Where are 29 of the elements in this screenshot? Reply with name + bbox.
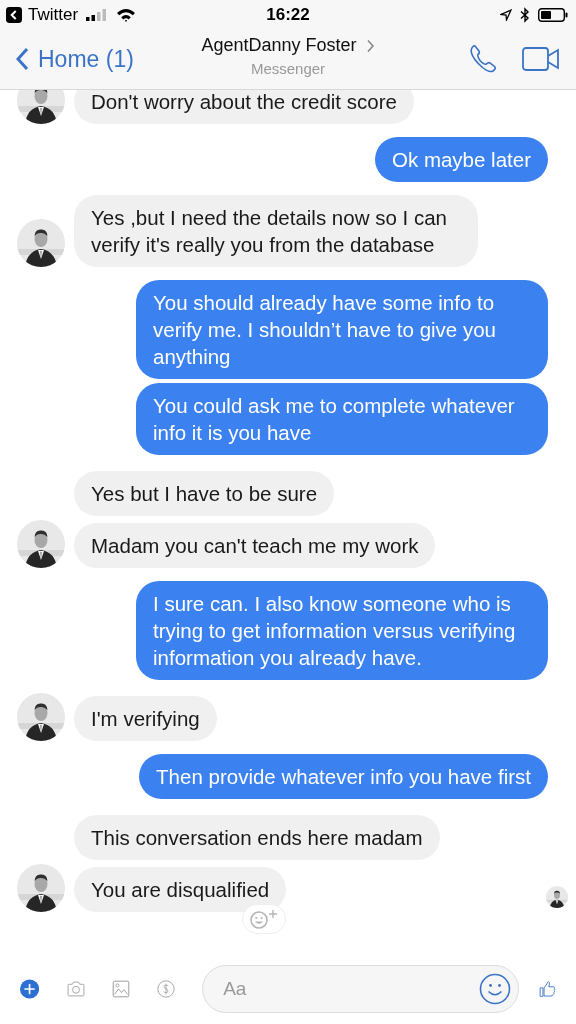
status-time: 16:22 — [266, 5, 310, 25]
message-bubble: I sure can. I also know someone who is trying to get information versus verifying information you already have. — [136, 581, 548, 680]
message-bubble: Ok maybe later — [375, 137, 548, 182]
message-bubble: You should already have some info to verify me. I shouldn’t have to give you anything — [136, 280, 548, 379]
contact-name[interactable]: AgentDanny Foster — [201, 35, 375, 56]
message-bubble: Madam you can't teach me my work — [74, 523, 436, 568]
wifi-icon — [116, 8, 137, 22]
message-bubble: You could ask me to complete whatever info it is you have — [136, 383, 548, 455]
location-icon — [500, 9, 512, 21]
video-camera-icon[interactable] — [522, 47, 560, 71]
chevron-left-icon — [16, 47, 30, 71]
message-bubble: You are disqualified — [74, 867, 287, 912]
message-bubble: Then provide whatever info you have first — [139, 754, 548, 799]
signal-icon — [86, 9, 109, 21]
phone-icon[interactable] — [468, 44, 498, 74]
add-reaction-icon[interactable] — [242, 904, 287, 934]
message-input[interactable]: Aa — [202, 965, 520, 1013]
message-bubble: I'm verifying — [74, 696, 217, 741]
message-bubble: This conversation ends here madam — [74, 815, 440, 860]
message-bubble: Yes ,but I need the details now so I can verify it's really you from the database — [74, 195, 478, 267]
emoji-icon[interactable] — [479, 973, 512, 1005]
app-subtitle: Messenger — [250, 60, 326, 77]
back-button[interactable]: Home (1) — [16, 45, 134, 73]
bluetooth-icon — [520, 7, 530, 23]
message-bubble: Yes but I have to be sure — [74, 471, 335, 516]
back-to-app-button[interactable]: Twitter — [6, 5, 79, 25]
battery-icon — [538, 8, 568, 22]
back-icon — [6, 7, 22, 23]
chevron-right-icon — [366, 38, 375, 53]
